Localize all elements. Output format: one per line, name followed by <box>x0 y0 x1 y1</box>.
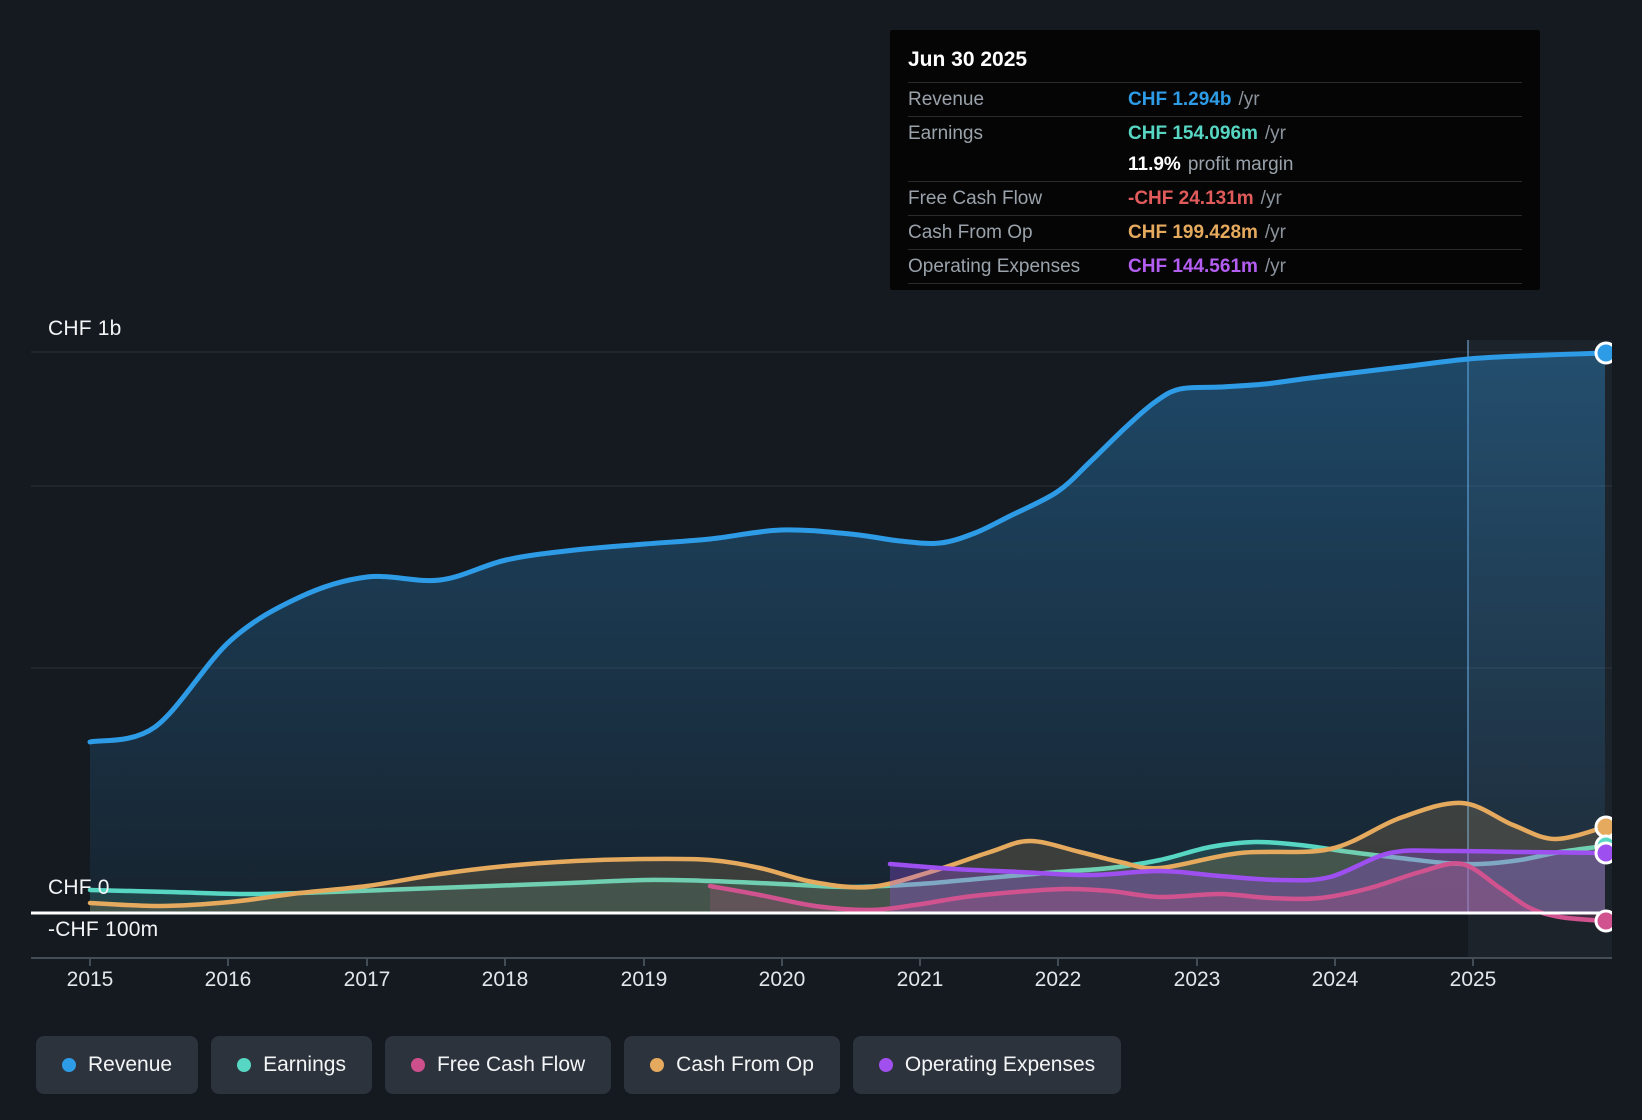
legend-item-cash-from-op[interactable]: Cash From Op <box>624 1036 840 1094</box>
legend-dot-icon <box>62 1058 76 1072</box>
tooltip-label: Free Cash Flow <box>908 187 1043 209</box>
x-axis-label-2016: 2016 <box>204 968 252 991</box>
tooltip-row-revenue: Revenue CHF 1.294b /yr <box>908 82 1522 116</box>
data-tooltip: Jun 30 2025 Revenue CHF 1.294b /yr Earni… <box>890 30 1540 290</box>
tooltip-suffix: /yr <box>1264 221 1287 243</box>
tooltip-suffix: /yr <box>1238 88 1260 110</box>
x-axis-label-2019: 2019 <box>620 968 668 991</box>
legend-dot-icon <box>878 1058 893 1072</box>
tooltip-label: Revenue <box>908 88 985 110</box>
x-axis-label-2015: 2015 <box>66 968 114 991</box>
legend-item-revenue[interactable]: Revenue <box>36 1036 199 1094</box>
legend-item-free-cash-flow[interactable]: Free Cash Flow <box>384 1036 612 1094</box>
tooltip-suffix: /yr <box>1264 122 1287 144</box>
legend-label: Operating Expenses <box>904 1053 1096 1076</box>
legend-dot-icon <box>237 1058 252 1072</box>
financial-history-chart: CHF 1b CHF 0 -CHF 100m 2015 2016 2017 2018 2… <box>0 0 1642 1120</box>
tooltip-label: Operating Expenses <box>908 255 1081 277</box>
legend-dot-icon <box>410 1058 425 1072</box>
tooltip-row-profit-margin: 11.9% profit margin <box>908 148 1522 181</box>
legend-label: Earnings <box>263 1053 346 1076</box>
tooltip-row-earnings: Earnings CHF 154.096m /yr <box>908 116 1522 150</box>
y-axis-label-1b: CHF 1b <box>48 317 122 340</box>
profit-margin-text: profit margin <box>1187 153 1294 175</box>
x-axis-label-2017: 2017 <box>343 968 391 991</box>
tooltip-date: Jun 30 2025 <box>908 48 1028 71</box>
x-axis-label-2024: 2024 <box>1311 968 1359 991</box>
legend-item-operating-expenses[interactable]: Operating Expenses <box>852 1036 1122 1094</box>
tooltip-label: Earnings <box>908 122 983 144</box>
legend-label: Revenue <box>88 1053 173 1076</box>
profit-margin-value: 11.9% <box>1128 153 1181 175</box>
legend-item-earnings[interactable]: Earnings <box>211 1036 372 1094</box>
tooltip-value: CHF 199.428m <box>1128 221 1258 243</box>
x-axis-label-2023: 2023 <box>1173 968 1221 991</box>
x-axis-label-2022: 2022 <box>1034 968 1082 991</box>
x-axis-label-2020: 2020 <box>758 968 806 991</box>
legend-dot-icon <box>650 1058 665 1072</box>
x-axis-label-2021: 2021 <box>896 968 944 991</box>
tooltip-value: -CHF 24.131m <box>1128 187 1254 209</box>
tooltip-row-cash-from-op: Cash From Op CHF 199.428m /yr <box>908 215 1522 249</box>
tooltip-row-free-cash-flow: Free Cash Flow -CHF 24.131m /yr <box>908 181 1522 215</box>
x-axis-label-2025: 2025 <box>1449 968 1497 991</box>
right-margin <box>1612 0 1642 1120</box>
tooltip-suffix: /yr <box>1260 187 1282 209</box>
tooltip-value: CHF 1.294b <box>1128 88 1232 110</box>
tooltip-value: CHF 154.096m <box>1128 122 1258 144</box>
x-axis-label-2018: 2018 <box>481 968 529 991</box>
chart-legend: Revenue Earnings Free Cash Flow Cash From O… <box>36 1036 1122 1094</box>
tooltip-value: CHF 144.561m <box>1128 255 1258 277</box>
legend-label: Free Cash Flow <box>436 1053 586 1076</box>
y-axis-label-neg100m: -CHF 100m <box>48 918 159 941</box>
legend-label: Cash From Op <box>676 1053 814 1076</box>
tooltip-row-operating-expenses: Operating Expenses CHF 144.561m /yr <box>908 249 1522 284</box>
tooltip-label: Cash From Op <box>908 221 1033 243</box>
y-axis-label-zero: CHF 0 <box>48 876 110 899</box>
tooltip-suffix: /yr <box>1264 255 1287 277</box>
